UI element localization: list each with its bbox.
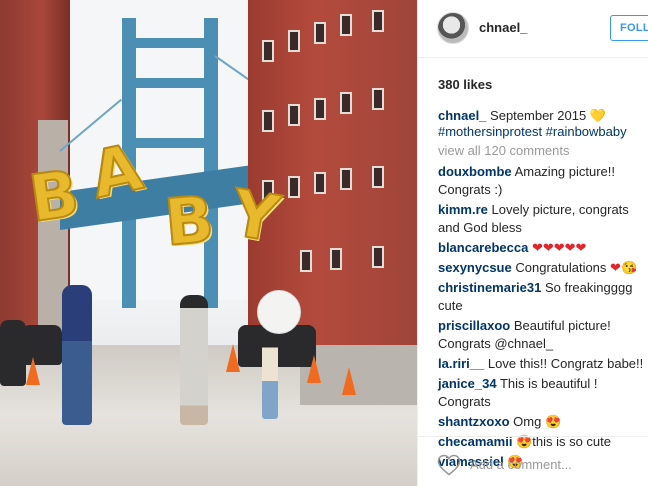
comment-username[interactable]: la.riri__: [438, 356, 484, 371]
comment-username[interactable]: shantzxoxo: [438, 414, 510, 429]
comment: christinemarie31 So freakingggg cute: [438, 279, 648, 315]
traffic-cone: [342, 367, 356, 395]
view-all-comments-link[interactable]: view all 120 comments: [438, 143, 570, 158]
comment-username[interactable]: christinemarie31: [438, 280, 541, 295]
comment: kimm.re Lovely picture, congrats and God…: [438, 201, 648, 237]
comment-text: ❤❤❤❤❤: [531, 240, 587, 255]
comment-username[interactable]: douxbombe: [438, 164, 512, 179]
comment-text: Congratulations: [515, 260, 607, 275]
avatar[interactable]: [437, 12, 469, 44]
yellow-heart-emoji: 💛: [589, 108, 606, 123]
post-photo[interactable]: B A B Y: [0, 0, 417, 486]
comment: shantzxoxo Omg 😍: [438, 413, 648, 431]
comment: janice_34 This is beautiful ! Congrats: [438, 375, 648, 411]
white-balloon: [257, 290, 301, 334]
balloon-letter: B: [161, 182, 218, 262]
traffic-cone: [307, 355, 321, 383]
likes-count[interactable]: 380 likes: [438, 77, 492, 92]
post-header: chnael_ FOLLOW: [418, 0, 648, 58]
person-woman: [180, 295, 208, 425]
caption-username[interactable]: chnael_: [438, 108, 486, 123]
follow-button[interactable]: FOLLOW: [610, 15, 648, 41]
comment-emoji: 😍: [544, 414, 562, 429]
post-side-panel: chnael_ FOLLOW 380 likes chnael_ Septemb…: [417, 0, 648, 486]
caption-hashtags[interactable]: #mothersinprotest #rainbowbaby: [438, 124, 627, 139]
comment: la.riri__ Love this!! Congratz babe!!: [438, 355, 648, 373]
comment: douxbombe Amazing picture!! Congrats :): [438, 163, 648, 199]
add-comment-input[interactable]: Add a comment...: [470, 457, 572, 472]
comment: priscillaxoo Beautiful picture! Congrats…: [438, 317, 648, 353]
post-username[interactable]: chnael_: [479, 20, 527, 35]
caption: chnael_ September 2015 💛 #mothersinprote…: [438, 108, 643, 140]
person-man: [62, 285, 92, 425]
comment-emoji: ❤😘: [610, 260, 638, 275]
person-child: [262, 335, 278, 419]
comments-list: douxbombe Amazing picture!! Congrats :) …: [438, 163, 648, 473]
comment: sexynycsue Congratulations ❤😘: [438, 259, 648, 277]
comment-username[interactable]: janice_34: [438, 376, 497, 391]
comment-username[interactable]: sexynycsue: [438, 260, 512, 275]
traffic-cone: [26, 357, 40, 385]
comment-username[interactable]: blancarebecca: [438, 240, 528, 255]
balloon-letter: B: [24, 156, 85, 238]
comment-footer: Add a comment...: [418, 436, 648, 486]
comment-text: Love this!! Congratz babe!!: [487, 356, 644, 371]
comment-username[interactable]: kimm.re: [438, 202, 488, 217]
comment-username[interactable]: priscillaxoo: [438, 318, 510, 333]
heart-outline-icon[interactable]: [437, 454, 461, 476]
caption-text: September 2015: [490, 108, 587, 123]
comment-text: Omg: [513, 414, 542, 429]
comment: blancarebecca ❤❤❤❤❤: [438, 239, 648, 257]
traffic-cone: [226, 344, 240, 372]
